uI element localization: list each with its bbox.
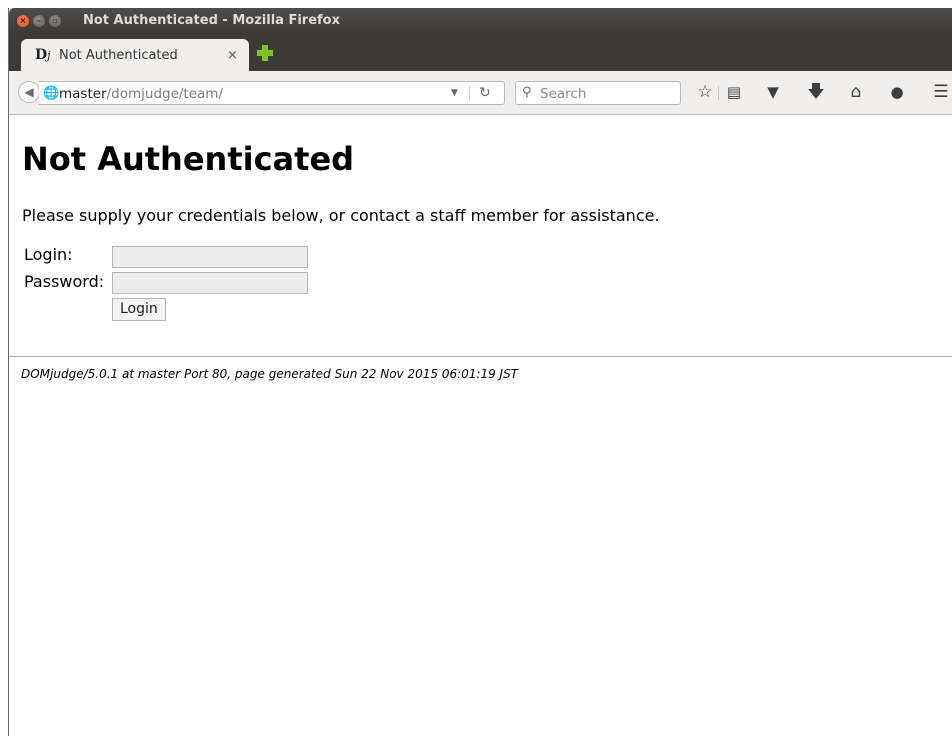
- tab-close-icon[interactable]: ×: [227, 48, 238, 63]
- close-icon: ×: [19, 16, 27, 25]
- url-text[interactable]: master/domjudge/team/: [59, 86, 223, 102]
- footer-divider: [9, 356, 952, 357]
- tab-title: Not Authenticated: [59, 48, 178, 63]
- back-arrow-icon[interactable]: ◀: [18, 81, 40, 103]
- url-separator: [469, 86, 470, 101]
- password-input[interactable]: [112, 272, 308, 294]
- maximize-icon: ▫: [52, 16, 58, 25]
- domjudge-favicon-icon: Dj: [35, 47, 51, 63]
- globe-icon: 🌐: [43, 86, 60, 101]
- intro-text: Please supply your credentials below, or…: [22, 206, 660, 225]
- pocket-icon[interactable]: ▼: [761, 82, 785, 102]
- url-dropdown-icon[interactable]: ▼: [451, 88, 458, 98]
- chat-icon[interactable]: ●: [885, 82, 909, 102]
- login-input[interactable]: [112, 246, 308, 268]
- reload-icon[interactable]: ↻: [479, 85, 491, 101]
- password-label: Password:: [24, 272, 105, 291]
- page-content: Not Authenticated Please supply your cre…: [9, 115, 952, 736]
- home-icon[interactable]: ⌂: [844, 82, 868, 102]
- window-maximize-button[interactable]: ▫: [49, 15, 61, 27]
- page-title: Not Authenticated: [22, 140, 355, 178]
- window-titlebar: × – ▫ Not Authenticated - Mozilla Firefo…: [9, 8, 952, 35]
- browser-window: × – ▫ Not Authenticated - Mozilla Firefo…: [8, 8, 952, 736]
- toolbar-separator: [718, 86, 719, 100]
- download-icon[interactable]: 🡇: [804, 82, 828, 102]
- clipboard-icon[interactable]: ▤: [722, 82, 746, 102]
- minimize-icon: –: [37, 16, 41, 25]
- navigation-toolbar: ◀ 🌐 master/domjudge/team/ ▼ ↻ ⚲ Search ☆…: [9, 71, 952, 115]
- new-tab-plus-icon[interactable]: [257, 45, 273, 61]
- tab-not-authenticated[interactable]: Dj Not Authenticated ×: [21, 39, 249, 71]
- tab-strip: Dj Not Authenticated ×: [9, 35, 952, 71]
- login-label: Login:: [24, 245, 73, 264]
- login-button[interactable]: Login: [112, 298, 166, 321]
- search-icon: ⚲: [522, 85, 532, 100]
- hamburger-menu-icon[interactable]: ☰: [929, 82, 952, 102]
- url-bar[interactable]: 🌐 master/domjudge/team/ ▼ ↻: [39, 81, 505, 105]
- footer-text: DOMjudge/5.0.1 at master Port 80, page g…: [21, 367, 519, 381]
- star-icon[interactable]: ☆: [693, 82, 717, 102]
- window-close-button[interactable]: ×: [17, 15, 29, 27]
- window-title: Not Authenticated - Mozilla Firefox: [83, 13, 340, 28]
- window-minimize-button[interactable]: –: [33, 15, 45, 27]
- search-placeholder: Search: [540, 86, 587, 102]
- search-input[interactable]: ⚲ Search: [515, 81, 681, 105]
